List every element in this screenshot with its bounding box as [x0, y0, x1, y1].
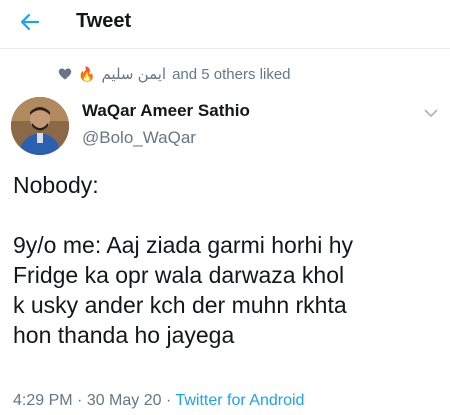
meta-separator: ·	[161, 392, 176, 409]
tweet-line: k usky ander kch der muhn rkhta	[13, 292, 347, 318]
heart-icon	[58, 67, 72, 81]
tweet-page: Tweet 🔥 ایمن سلیم and 5 others liked WaQ…	[0, 0, 450, 415]
author-name[interactable]: WaQar Ameer Sathio	[82, 101, 250, 121]
tweet-time: 4:29 PM	[13, 392, 73, 409]
author-handle[interactable]: @Bolo_WaQar	[82, 128, 196, 148]
tweet-text: Nobody: 9y/o me: Aaj ziada garmi horhi h…	[13, 170, 443, 350]
tweet-line: 9y/o me: Aaj ziada garmi horhi hy	[13, 232, 354, 258]
top-bar: Tweet	[0, 0, 450, 44]
meta-separator: ·	[72, 392, 87, 409]
tweet-meta: 4:29 PM · 30 May 20 · Twitter for Androi…	[13, 392, 304, 410]
back-button[interactable]	[14, 8, 46, 36]
tweet-source-link[interactable]: Twitter for Android	[175, 392, 304, 409]
liker-name[interactable]: ایمن سلیم	[101, 65, 166, 83]
tweet-line: hon thanda ho jayega	[13, 322, 235, 348]
tweet-menu-button[interactable]	[420, 104, 442, 122]
header-divider	[0, 48, 450, 49]
tweet-line: Fridge ka opr wala darwaza khol	[13, 262, 345, 288]
arrow-left-icon	[20, 13, 40, 31]
social-context[interactable]: 🔥 ایمن سلیم and 5 others liked	[58, 63, 291, 85]
tweet-date: 30 May 20	[86, 392, 162, 409]
fire-emoji: 🔥	[78, 66, 96, 82]
chevron-down-icon	[424, 109, 438, 117]
avatar[interactable]	[11, 97, 69, 155]
page-title: Tweet	[76, 10, 132, 32]
tweet-line: Nobody:	[13, 172, 99, 198]
liked-suffix: and 5 others liked	[172, 65, 291, 83]
tweet-line	[13, 200, 443, 230]
